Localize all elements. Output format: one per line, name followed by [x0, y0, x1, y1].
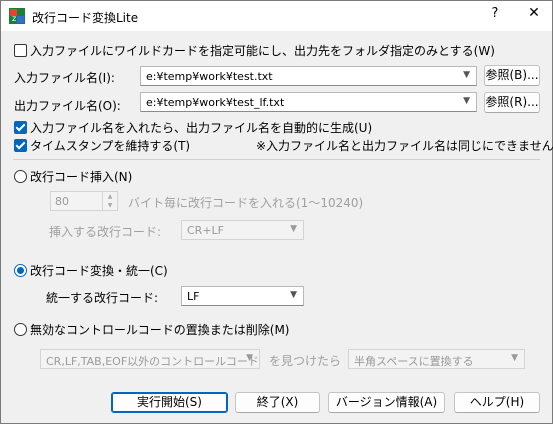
convert-code-value: LF	[187, 290, 200, 303]
spinner-arrows-icon[interactable]: ▲ ▼	[102, 192, 117, 210]
chevron-down-icon[interactable]: ▼	[290, 290, 297, 300]
auto-output-label[interactable]: 入力ファイル名を入れたら、出力ファイル名を自動的に生成(U)	[30, 119, 372, 136]
output-file-value: e:¥temp¥work¥test_lf.txt	[146, 96, 285, 109]
insert-mode-radio[interactable]	[14, 170, 27, 183]
convert-code-select[interactable]: LF ▼	[181, 286, 304, 306]
control-action-select[interactable]: 半角スペースに置換する ▼	[348, 349, 525, 369]
close-icon[interactable]: ✕	[524, 5, 544, 21]
control-target-value: CR,LF,TAB,EOF以外のコントロールコード	[46, 355, 259, 368]
exit-button[interactable]: 終了(X)	[235, 392, 320, 413]
insert-code-label: 挿入する改行コード:	[49, 225, 162, 239]
timestamp-checkbox[interactable]	[14, 139, 27, 152]
run-button[interactable]: 実行開始(S)	[111, 392, 228, 413]
output-file-label: 出力ファイル名(O):	[14, 99, 121, 113]
wildcard-checkbox[interactable]	[14, 44, 27, 57]
insert-code-select[interactable]: CR+LF ▼	[181, 220, 304, 240]
insert-code-value: CR+LF	[187, 224, 224, 237]
version-button[interactable]: バージョン情報(A)	[328, 392, 445, 413]
input-browse-button[interactable]: 参照(B)...	[484, 65, 540, 86]
control-mode-radio[interactable]	[14, 323, 27, 336]
chevron-down-icon[interactable]: ▼	[463, 70, 470, 80]
input-file-value: e:¥temp¥work¥test.txt	[146, 70, 273, 83]
chevron-down-icon[interactable]: ▼	[246, 353, 253, 363]
input-file-label: 入力ファイル名(I):	[14, 71, 115, 85]
bytes-description: バイト毎に改行コードを入れる(1〜10240)	[128, 196, 364, 210]
help-button[interactable]: ヘルプ(H)	[454, 392, 540, 413]
convert-code-label: 統一する改行コード:	[46, 291, 159, 305]
chevron-down-icon[interactable]: ▼	[290, 224, 297, 234]
control-action-value: 半角スペースに置換する	[354, 355, 474, 368]
found-label: を見つけたら	[269, 354, 342, 368]
input-file-combo[interactable]: e:¥temp¥work¥test.txt ▼	[140, 66, 477, 86]
insert-mode-label[interactable]: 改行コード挿入(N)	[30, 168, 132, 185]
window-title: 改行コード変換Lite	[32, 11, 139, 25]
timestamp-label[interactable]: タイムスタンプを維持する(T)	[30, 137, 190, 154]
title-bar[interactable]: z 改行コード変換Lite ? ✕	[1, 1, 552, 31]
help-icon[interactable]: ?	[485, 6, 505, 21]
bytes-value: 80	[55, 195, 69, 208]
convert-mode-radio[interactable]	[14, 264, 27, 277]
control-target-select[interactable]: CR,LF,TAB,EOF以外のコントロールコード ▼	[40, 349, 260, 369]
convert-mode-label[interactable]: 改行コード変換・統一(C)	[30, 262, 168, 279]
app-icon: z	[9, 8, 25, 24]
auto-output-checkbox[interactable]	[14, 121, 27, 134]
dialog-window: z 改行コード変換Lite ? ✕ 入力ファイルにワイルドカードを指定可能にし、…	[0, 0, 553, 424]
svg-text:z: z	[12, 14, 16, 23]
bytes-spinner[interactable]: 80 ▲ ▼	[50, 191, 118, 211]
control-mode-label[interactable]: 無効なコントロールコードの置換または削除(M)	[30, 321, 289, 338]
chevron-down-icon[interactable]: ▼	[511, 353, 518, 363]
output-browse-button[interactable]: 参照(R)...	[484, 92, 540, 113]
output-file-combo[interactable]: e:¥temp¥work¥test_lf.txt ▼	[140, 92, 477, 112]
chevron-down-icon[interactable]: ▼	[463, 96, 470, 106]
wildcard-label[interactable]: 入力ファイルにワイルドカードを指定可能にし、出力先をフォルダ指定のみとする(W)	[30, 42, 495, 59]
same-filename-note: ※入力ファイル名と出力ファイル名は同じにできません。	[256, 139, 553, 153]
separator	[13, 159, 540, 160]
